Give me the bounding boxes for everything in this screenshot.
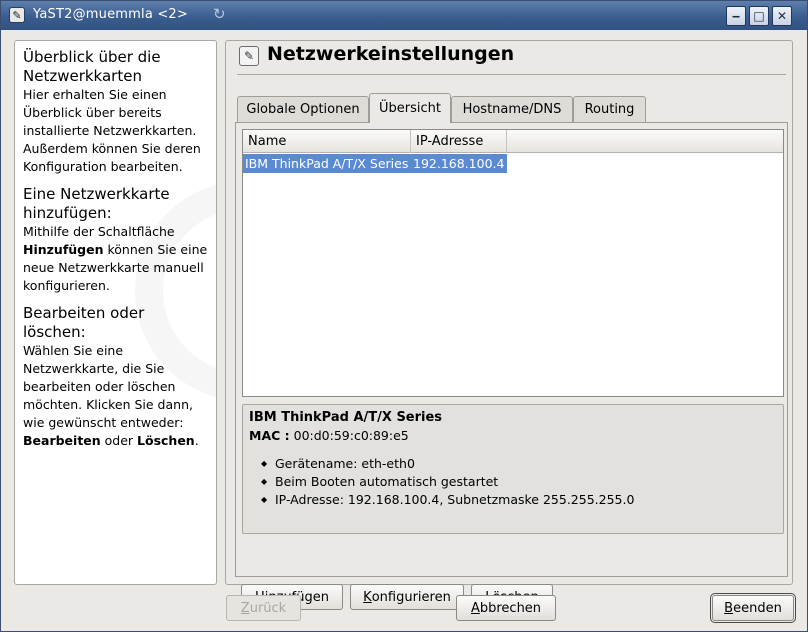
close-button[interactable]: ✕ (772, 6, 792, 26)
overview-tab-panel: Name IP-Adresse IBM ThinkPad A/T/X Serie… (235, 122, 788, 610)
cell-ip: 192.168.100.4 (413, 156, 505, 171)
detail-boot-start: Beim Booten automatisch gestartet (261, 473, 777, 491)
main-panel: ✎ Netzwerkeinstellungen Globale Optionen… (225, 40, 793, 610)
configure-button[interactable]: Konfigurieren (350, 584, 464, 610)
mac-value: 00:d0:59:c0:89:e5 (289, 428, 409, 443)
table-header: Name IP-Adresse (243, 130, 783, 153)
detail-ip-address: IP-Adresse: 192.168.100.4, Subnetzmaske … (261, 491, 777, 509)
table-row[interactable]: IBM ThinkPad A/T/X Series 192.168.100.4 (243, 154, 507, 173)
suse-spiral-icon: ↻ (213, 5, 226, 23)
tab-global-options[interactable]: Globale Optionen (237, 96, 369, 122)
finish-button[interactable]: Beenden (710, 593, 796, 623)
detail-device-name: Gerätename: eth-eth0 (261, 455, 777, 473)
tab-hostname-dns[interactable]: Hostname/DNS (451, 96, 573, 122)
mac-label: MAC : (249, 428, 290, 443)
help-delete-keyword: Löschen (137, 433, 195, 448)
details-mac: MAC : 00:d0:59:c0:89:e5 (249, 427, 777, 445)
details-title: IBM ThinkPad A/T/X Series (249, 410, 443, 425)
title-bar[interactable]: ✎ YaST2@muemmla <2> ↻ ‒ □ ✕ (1, 1, 807, 30)
help-panel: Überblick über die Netzwerkkarten Hier e… (14, 40, 217, 585)
help-heading-overview: Überblick über die Netzwerkkarten (23, 48, 161, 85)
network-card-table[interactable]: Name IP-Adresse IBM ThinkPad A/T/X Serie… (242, 129, 784, 397)
page-title: Netzwerkeinstellungen (267, 43, 515, 65)
help-add-keyword: Hinzufügen (23, 242, 104, 257)
yast-window: ✎ YaST2@muemmla <2> ↻ ‒ □ ✕ Überblick üb… (0, 0, 808, 632)
tab-overview[interactable]: Übersicht (369, 93, 451, 123)
cell-name: IBM ThinkPad A/T/X Series (245, 156, 409, 171)
title-divider (237, 74, 786, 75)
help-edit-keyword: Bearbeiten (23, 433, 101, 448)
network-settings-icon: ✎ (239, 46, 259, 66)
back-button[interactable]: Zurück (226, 595, 301, 621)
details-list: Gerätename: eth-eth0 Beim Booten automat… (249, 455, 777, 509)
window-title: YaST2@muemmla <2> (33, 7, 188, 22)
minimize-button[interactable]: ‒ (726, 6, 746, 26)
column-header-name[interactable]: Name (243, 130, 411, 153)
column-header-ip[interactable]: IP-Adresse (411, 130, 507, 153)
card-details: IBM ThinkPad A/T/X Series MAC : 00:d0:59… (242, 404, 784, 534)
cancel-button[interactable]: Abbrechen (456, 595, 556, 621)
maximize-button[interactable]: □ (749, 6, 769, 26)
yast-app-icon[interactable]: ✎ (9, 7, 25, 23)
help-text-overview: Hier erhalten Sie einen Überblick über b… (23, 87, 201, 174)
tab-routing[interactable]: Routing (573, 96, 646, 122)
